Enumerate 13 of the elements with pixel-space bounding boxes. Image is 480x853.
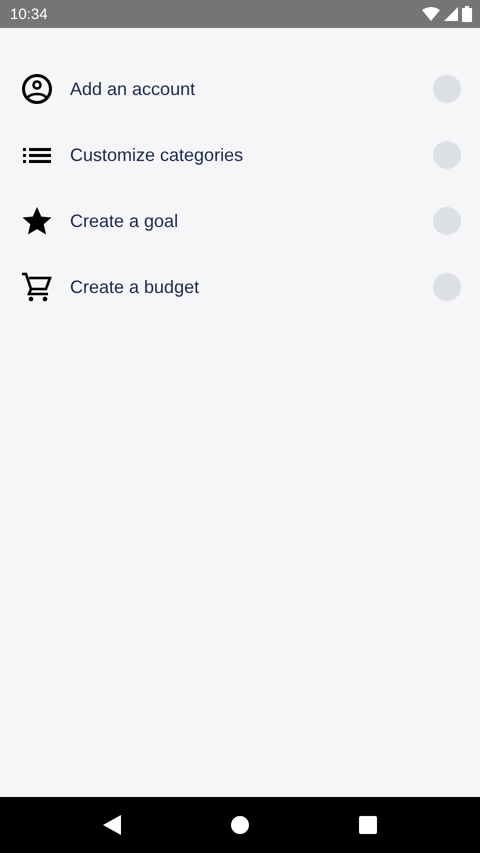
task-label[interactable]: Create a budget xyxy=(70,276,433,298)
back-icon[interactable] xyxy=(103,815,121,835)
task-label[interactable]: Create a goal xyxy=(70,210,433,232)
signal-icon xyxy=(444,7,458,21)
task-label[interactable]: Customize categories xyxy=(70,144,433,166)
wifi-icon xyxy=(422,7,440,21)
star-icon xyxy=(21,205,53,237)
account-icon xyxy=(21,73,53,105)
status-time: 10:34 xyxy=(10,6,48,22)
home-icon[interactable] xyxy=(231,816,249,834)
cart-icon xyxy=(21,271,53,303)
battery-icon xyxy=(462,6,472,22)
task-label[interactable]: Add an account xyxy=(70,78,433,100)
